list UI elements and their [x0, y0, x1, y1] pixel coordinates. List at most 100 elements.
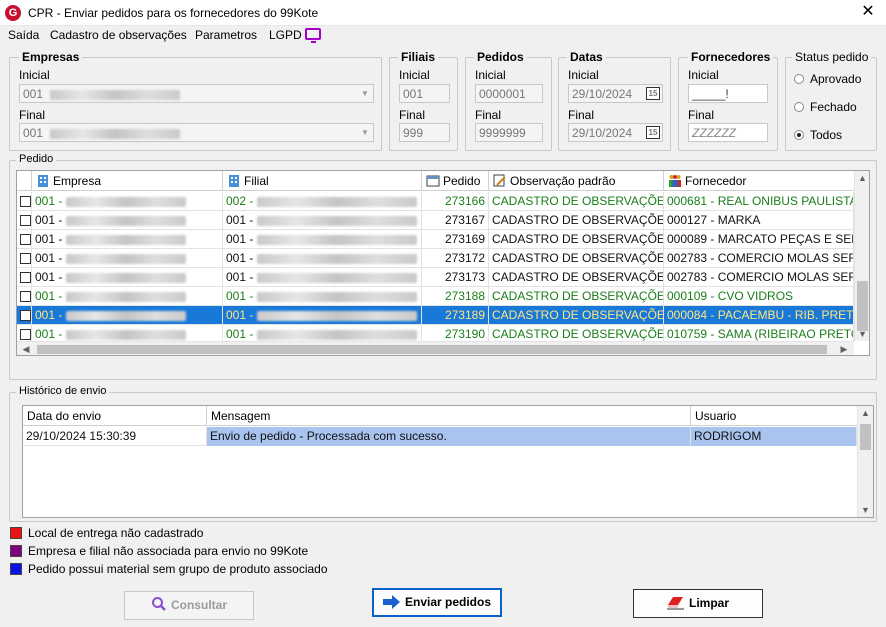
row-checkbox[interactable]: [20, 329, 31, 340]
pedido-row[interactable]: 001 - 002 - 273166 CADASTRO DE OBSERVAÇÕES 0…: [17, 192, 854, 211]
col-data-envio[interactable]: Data do envio: [23, 406, 207, 426]
cell-fornecedor-container: 002783 - COMERCIO MOLAS SERTAC: [664, 249, 854, 268]
checkbox-cell[interactable]: [17, 230, 32, 249]
checkbox-cell[interactable]: [17, 268, 32, 287]
col-pedido[interactable]: Pedido: [422, 171, 489, 191]
calendar-icon[interactable]: 15: [646, 87, 660, 100]
row-checkbox[interactable]: [20, 253, 31, 264]
empresa-initial-select[interactable]: 001 ▼: [19, 84, 374, 103]
pedido-final-input[interactable]: 9999999: [475, 123, 543, 142]
chevron-down-icon[interactable]: ▼: [357, 85, 373, 102]
row-checkbox[interactable]: [20, 272, 31, 283]
chevron-right-icon[interactable]: ▶: [839, 344, 849, 355]
pedido-row[interactable]: 001 - 001 - 273167 CADASTRO DE OBSERVAÇÕES 0…: [17, 211, 854, 230]
empresa-final-select[interactable]: 001 ▼: [19, 123, 374, 142]
checkbox-cell[interactable]: [17, 249, 32, 268]
scroll-thumb[interactable]: [857, 281, 868, 331]
filiais-group: Filiais Inicial 001 Final 999: [389, 50, 458, 151]
title-bar: G CPR - Enviar pedidos para os fornecedo…: [0, 0, 886, 26]
radio-todos[interactable]: Todos: [794, 128, 842, 142]
enviar-pedidos-button[interactable]: Enviar pedidos: [372, 588, 502, 617]
cell-fornecedor: 010759 - SAMA (RIBEIRAO PRETO): [667, 327, 854, 341]
row-checkbox[interactable]: [20, 291, 31, 302]
chevron-up-icon[interactable]: ▲: [855, 173, 869, 183]
pedido-row[interactable]: 001 - 001 - 273188 CADASTRO DE OBSERVAÇÕES 0…: [17, 287, 854, 306]
checkbox-cell[interactable]: [17, 306, 32, 325]
fornecedor-initial-input[interactable]: _____!: [688, 84, 768, 103]
cell-empresa: 001 -: [35, 251, 63, 265]
col-usuario[interactable]: Usuario: [691, 406, 857, 426]
historico-vertical-scrollbar[interactable]: ▲ ▼: [857, 406, 873, 517]
cell-pedido: 273166: [444, 194, 485, 208]
redacted-text: [66, 310, 187, 321]
cell-filial-container: 001 -: [223, 249, 422, 268]
pedido-row[interactable]: 001 - 001 - 273169 CADASTRO DE OBSERVAÇÕES 0…: [17, 230, 854, 249]
chevron-down-icon[interactable]: ▼: [357, 124, 373, 141]
checkbox-cell[interactable]: [17, 192, 32, 211]
checkbox-cell[interactable]: [17, 211, 32, 230]
chevron-down-icon[interactable]: ▼: [858, 505, 873, 515]
cell-filial: 001 -: [226, 270, 254, 284]
col-empresa[interactable]: Empresa: [32, 171, 223, 191]
fornecedor-final-input[interactable]: ZZZZZZ: [688, 123, 768, 142]
menu-cadastro-observacoes[interactable]: Cadastro de observações: [50, 28, 187, 42]
cell-fornecedor-container: 000127 - MARKA: [664, 211, 854, 230]
redacted-text: [257, 291, 418, 302]
monitor-icon[interactable]: [305, 28, 321, 43]
filial-initial-input[interactable]: 001: [399, 84, 450, 103]
chevron-down-icon[interactable]: ▼: [855, 329, 869, 339]
radio-dot-selected[interactable]: [794, 130, 804, 140]
cell-fornecedor-container: 000089 - MARCATO PEÇAS E SERVIÇ: [664, 230, 854, 249]
limpar-button[interactable]: Limpar: [633, 589, 763, 618]
radio-fechado[interactable]: Fechado: [794, 100, 857, 114]
radio-dot[interactable]: [794, 102, 804, 112]
radio-aprovado[interactable]: Aprovado: [794, 72, 861, 86]
col-fornecedor[interactable]: Fornecedor: [664, 171, 854, 191]
col-mensagem[interactable]: Mensagem: [207, 406, 691, 426]
data-final-input[interactable]: 29/10/2024 15: [568, 123, 663, 142]
consultar-button[interactable]: Consultar: [124, 591, 254, 620]
historico-row[interactable]: 29/10/2024 15:30:39 Envio de pedido - Pr…: [23, 427, 857, 446]
chevron-up-icon[interactable]: ▲: [858, 408, 873, 418]
filial-final-input[interactable]: 999: [399, 123, 450, 142]
close-button[interactable]: ✕: [860, 4, 876, 20]
menu-saida[interactable]: Saída: [8, 28, 39, 42]
pedido-row[interactable]: 001 - 001 - 273189 CADASTRO DE OBSERVAÇÕES 0…: [17, 306, 854, 325]
redacted-text: [66, 234, 187, 245]
historico-mensagem: Envio de pedido - Processada com sucesso…: [207, 427, 691, 446]
row-checkbox[interactable]: [20, 234, 31, 245]
radio-dot[interactable]: [794, 74, 804, 84]
clipboard-icon: [426, 174, 440, 187]
scroll-thumb[interactable]: [860, 424, 871, 450]
status-title: Status pedido: [792, 50, 872, 64]
pedido-horizontal-scrollbar[interactable]: ◀ ▶: [17, 341, 854, 355]
redacted-text: [257, 310, 418, 321]
calendar-icon[interactable]: 15: [646, 126, 660, 139]
col-observacao[interactable]: Observação padrão: [489, 171, 664, 191]
chevron-left-icon[interactable]: ◀: [21, 344, 31, 355]
legend-text: Empresa e filial não associada para envi…: [28, 544, 309, 558]
cell-empresa-container: 001 -: [32, 268, 223, 287]
pedido-row[interactable]: 001 - 001 - 273173 CADASTRO DE OBSERVAÇÕES 0…: [17, 268, 854, 287]
pedido-initial-input[interactable]: 0000001: [475, 84, 543, 103]
cell-pedido-container: 273167: [422, 211, 489, 230]
col-filial[interactable]: Filial: [223, 171, 422, 191]
cell-obs: CADASTRO DE OBSERVAÇÕES: [492, 194, 664, 208]
data-initial-input[interactable]: 29/10/2024 15: [568, 84, 663, 103]
empresas-group: Empresas Inicial 001 ▼ Final 001 ▼: [9, 50, 382, 151]
menu-lgpd[interactable]: LGPD: [269, 28, 302, 42]
cell-obs-container: CADASTRO DE OBSERVAÇÕES: [489, 192, 664, 211]
pedidos-title: Pedidos: [474, 50, 527, 64]
cell-pedido-container: 273166: [422, 192, 489, 211]
cell-empresa: 001 -: [35, 289, 63, 303]
row-checkbox[interactable]: [20, 310, 31, 321]
scroll-thumb[interactable]: [37, 345, 827, 354]
menu-parametros[interactable]: Parametros: [195, 28, 257, 42]
row-checkbox[interactable]: [20, 196, 31, 207]
filiais-initial-label: Inicial: [399, 68, 430, 82]
pedido-row[interactable]: 001 - 001 - 273172 CADASTRO DE OBSERVAÇÕES 0…: [17, 249, 854, 268]
cell-obs-container: CADASTRO DE OBSERVAÇÕES: [489, 230, 664, 249]
row-checkbox[interactable]: [20, 215, 31, 226]
pedido-vertical-scrollbar[interactable]: ▲ ▼: [854, 171, 869, 341]
checkbox-cell[interactable]: [17, 287, 32, 306]
